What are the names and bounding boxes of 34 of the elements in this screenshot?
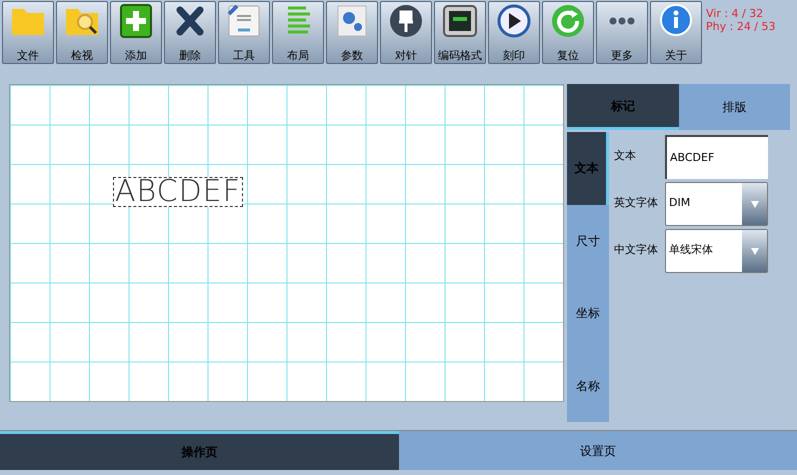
status-text: Vir : 4 / 32 bbox=[706, 7, 764, 20]
status-text: Phy : 24 / 53 bbox=[706, 20, 776, 33]
font-dropdown[interactable]: 单线宋体 bbox=[665, 228, 768, 272]
toolbar-button[interactable]: 工具 bbox=[218, 1, 270, 64]
canvas-text[interactable]: ABCDEF bbox=[113, 177, 243, 207]
toolbar-button[interactable]: 复位 bbox=[542, 1, 594, 64]
toolbar-button[interactable]: 参数 bbox=[326, 1, 378, 64]
toolbar-button[interactable]: 添加 bbox=[110, 1, 162, 64]
panel-tab[interactable]: 排版 bbox=[678, 84, 790, 130]
toolbar-button[interactable]: 对针 bbox=[380, 1, 432, 64]
field-label: 中文字体 bbox=[614, 242, 659, 258]
side-tab[interactable]: 坐标 bbox=[567, 277, 609, 350]
toolbar-button[interactable]: 文件 bbox=[2, 1, 54, 64]
dots-icon bbox=[609, 17, 635, 25]
info-icon bbox=[658, 4, 694, 38]
page-tab[interactable]: 设置页 bbox=[398, 431, 797, 470]
plus-icon bbox=[118, 4, 154, 38]
toolbar-button[interactable]: 关于 bbox=[650, 1, 702, 64]
toolbar-button[interactable]: 编码格式 bbox=[434, 1, 486, 64]
display-icon bbox=[442, 4, 478, 38]
toolbar-button[interactable]: 删除 bbox=[164, 1, 216, 64]
side-tab[interactable]: 尺寸 bbox=[567, 204, 609, 277]
document-icon bbox=[226, 4, 262, 38]
toolbar-button[interactable]: 更多 bbox=[596, 1, 648, 64]
play-icon bbox=[496, 4, 532, 38]
text-field[interactable]: ABCDEF bbox=[665, 134, 768, 178]
font-dropdown[interactable]: DIM bbox=[665, 182, 768, 226]
field-label: 文本 bbox=[614, 148, 637, 164]
side-tab[interactable]: 名称 bbox=[567, 350, 609, 422]
pushpin-icon bbox=[388, 4, 424, 38]
toolbar-button[interactable]: 刻印 bbox=[488, 1, 540, 64]
toolbar-button[interactable]: 布局 bbox=[272, 1, 324, 64]
toolbar-button[interactable]: 检视 bbox=[56, 1, 108, 64]
field-label: 英文字体 bbox=[614, 195, 659, 212]
